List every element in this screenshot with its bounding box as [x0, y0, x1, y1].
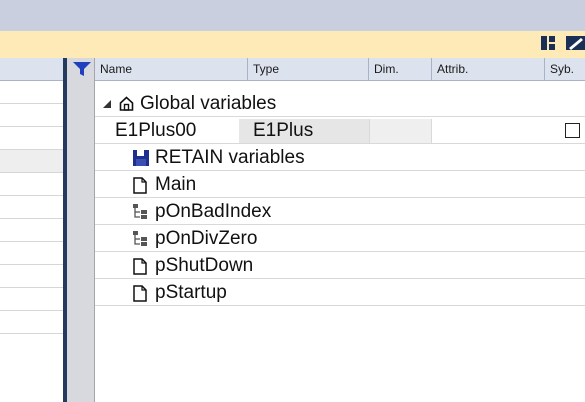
grid-header: Name Type Dim. Attrib. Syb. [95, 58, 585, 81]
tree-row-instance[interactable]: E1Plus00 E1Plus [95, 119, 585, 144]
syb-checkbox[interactable] [565, 123, 580, 138]
tree-label: RETAIN variables [155, 147, 305, 168]
left-list-row[interactable] [0, 219, 63, 242]
left-list-row[interactable] [0, 104, 63, 127]
left-list-row[interactable] [0, 242, 63, 265]
hierarchy-icon [133, 231, 147, 246]
document-icon [133, 285, 147, 302]
column-header-syb[interactable]: Syb. [545, 58, 585, 80]
tree-row-ponbadindex[interactable]: pOnBadIndex [95, 200, 585, 225]
column-header-dim[interactable]: Dim. [369, 58, 432, 80]
tree-label: Main [155, 174, 197, 195]
collapse-arrow-icon[interactable] [103, 100, 111, 108]
dim-cell [369, 119, 432, 143]
document-icon [133, 177, 147, 194]
left-list-row-selected[interactable] [0, 150, 63, 173]
left-list-row[interactable] [0, 81, 63, 104]
tree-label: pOnDivZero [155, 228, 258, 249]
tree-row-pondivzero[interactable]: pOnDivZero [95, 227, 585, 252]
column-header-type[interactable]: Type [248, 58, 369, 80]
home-icon [119, 96, 134, 111]
left-list-row[interactable] [0, 127, 63, 150]
tree-label: Global variables [140, 93, 277, 114]
filter-strip [67, 58, 95, 402]
hierarchy-icon [133, 204, 147, 219]
tree-row-pstartup[interactable]: pStartup [95, 281, 585, 306]
edit-icon[interactable] [566, 36, 585, 50]
tree-row-global-variables[interactable]: Global variables [95, 92, 585, 117]
panel-title-bar [0, 31, 585, 59]
document-icon [133, 258, 147, 275]
tree-label: pStartup [155, 282, 227, 303]
left-list-row[interactable] [0, 173, 63, 196]
tree-row-retain-variables[interactable]: RETAIN variables [95, 146, 585, 171]
column-header-attrib[interactable]: Attrib. [432, 58, 545, 80]
window-top-band [0, 0, 585, 31]
layout-icon[interactable] [541, 36, 555, 50]
save-icon [133, 150, 149, 166]
tree-row-main[interactable]: Main [95, 173, 585, 198]
left-list-row[interactable] [0, 196, 63, 219]
tree-label: pOnBadIndex [155, 201, 272, 222]
instance-type: E1Plus [253, 120, 314, 141]
column-header-name[interactable]: Name [95, 58, 248, 80]
left-list-row[interactable] [0, 265, 63, 288]
left-list-row[interactable] [0, 288, 63, 311]
left-pane-header [0, 58, 63, 81]
instance-name: E1Plus00 [115, 120, 197, 141]
tree-label: pShutDown [155, 255, 254, 276]
tree-row-pshutdown[interactable]: pShutDown [95, 254, 585, 279]
left-list-row[interactable] [0, 311, 63, 334]
filter-icon[interactable] [73, 62, 91, 76]
